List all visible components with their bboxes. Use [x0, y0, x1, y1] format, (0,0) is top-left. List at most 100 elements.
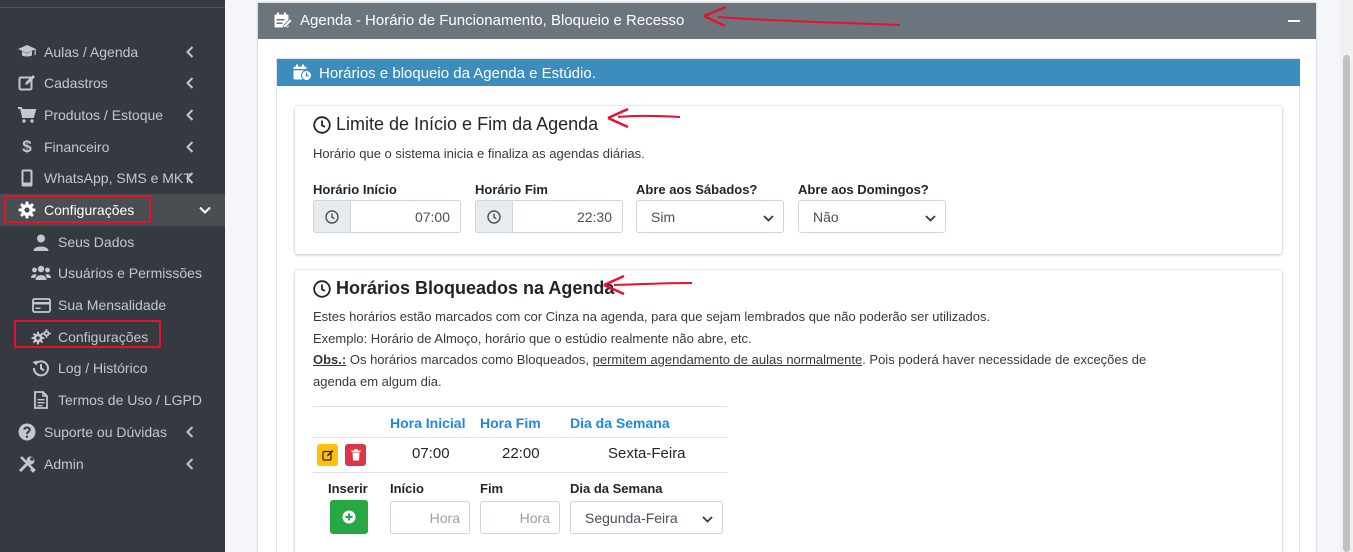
schedule-block-title: Horários e bloqueio da Agenda e Estúdio.: [319, 65, 596, 82]
agenda-limits-title: Limite de Início e Fim da Agenda: [336, 114, 599, 134]
agenda-card-title: Agenda - Horário de Funcionamento, Bloqu…: [300, 12, 685, 29]
sidebar-subitem-usuarios-permissoes[interactable]: Usuários e Permissões: [0, 257, 225, 289]
chevron-down-icon: [763, 211, 774, 227]
blocked-obs-line: Obs.: Os horários marcados como Bloquead…: [313, 352, 1146, 367]
column-header-end: Hora Fim: [480, 415, 541, 431]
sidebar-item-label: Produtos / Estoque: [44, 107, 164, 123]
insert-day-select[interactable]: Segunda-Feira: [570, 501, 723, 534]
mobile-icon: [17, 168, 37, 188]
sidebar-item-admin[interactable]: Admin: [0, 448, 225, 480]
saturday-select[interactable]: Sim: [636, 200, 784, 233]
sidebar-item-cadastros[interactable]: Cadastros: [0, 67, 225, 99]
chevron-left-icon: [184, 424, 196, 440]
sidebar-subitem-termos-lgpd[interactable]: Termos de Uso / LGPD: [0, 384, 225, 416]
saturday-label: Abre aos Sábados?: [636, 182, 758, 197]
sidebar-item-label: Cadastros: [44, 75, 108, 91]
blocked-description-line2: Exemplo: Horário de Almoço, horário que …: [313, 331, 752, 346]
sidebar-subitem-seus-dados[interactable]: Seus Dados: [0, 226, 225, 258]
main-content: Agenda - Horário de Funcionamento, Bloqu…: [225, 0, 1353, 552]
table-divider: [313, 406, 727, 407]
insert-day-select-value: Segunda-Feira: [585, 509, 678, 526]
row-day: Sexta-Feira: [608, 445, 686, 462]
start-time-input[interactable]: 07:00: [313, 200, 461, 233]
chevron-left-icon: [184, 139, 196, 155]
insert-end-placeholder: Hora: [519, 509, 550, 526]
agenda-card: Agenda - Horário de Funcionamento, Bloqu…: [257, 2, 1317, 552]
credit-card-icon: [31, 295, 51, 315]
blocked-description-line1: Estes horários estão marcados com cor Ci…: [313, 309, 991, 324]
chevron-left-icon: [184, 456, 196, 472]
sidebar-item-label: Suporte ou Dúvidas: [44, 424, 167, 440]
sidebar-subitem-label: Usuários e Permissões: [58, 265, 202, 281]
sidebar-subitem-sua-mensalidade[interactable]: Sua Mensalidade: [0, 289, 225, 321]
chevron-left-icon: [184, 75, 196, 91]
file-icon: [31, 390, 51, 410]
column-header-day: Dia da Semana: [570, 415, 670, 431]
schedule-block-card: Horários e bloqueio da Agenda e Estúdio.…: [276, 58, 1300, 552]
insert-end-label: Fim: [480, 481, 504, 496]
obs-underlined-text: permitem agendamento de aulas normalment…: [592, 352, 863, 367]
users-icon: [31, 263, 51, 283]
obs-label: Obs.:: [313, 352, 347, 367]
edit-icon: [321, 450, 333, 461]
page-scrollbar[interactable]: [1340, 0, 1353, 552]
table-divider: [313, 472, 727, 473]
sidebar-item-financeiro[interactable]: $ Financeiro: [0, 131, 225, 163]
calendar-clock-icon: [293, 64, 312, 85]
end-time-input[interactable]: 22:30: [475, 200, 623, 233]
blocked-description-line4: agenda em algum dia.: [313, 374, 442, 389]
chevron-left-icon: [184, 170, 196, 186]
sunday-select-value: Não: [813, 208, 839, 225]
row-start-time: 07:00: [412, 445, 450, 462]
sidebar-divider: [0, 7, 225, 8]
chevron-down-icon: [199, 202, 211, 218]
plus-circle-icon: [342, 510, 356, 524]
clock-icon: [313, 280, 331, 303]
agenda-limits-card: Limite de Início e Fim da Agenda Horário…: [295, 106, 1282, 254]
end-time-label: Horário Fim: [475, 182, 548, 197]
row-end-time: 22:00: [502, 445, 540, 462]
highlight-configuracoes-menu: [4, 195, 151, 223]
sidebar-item-whatsapp[interactable]: WhatsApp, SMS e MKT: [0, 162, 225, 194]
sidebar-subitem-label: Seus Dados: [58, 234, 135, 250]
sidebar-item-aulas-agenda[interactable]: Aulas / Agenda: [0, 36, 225, 68]
sidebar-subitem-label: Sua Mensalidade: [58, 297, 167, 313]
insert-start-input[interactable]: Hora: [390, 501, 470, 534]
sidebar-item-label: Admin: [44, 456, 84, 472]
column-header-start: Hora Inicial: [390, 415, 466, 431]
annotation-arrow-blocked: [603, 274, 693, 296]
sidebar-item-label: Financeiro: [44, 139, 110, 155]
annotation-arrow-header: [703, 5, 901, 28]
start-time-label: Horário Início: [313, 182, 397, 197]
scrollbar-thumb[interactable]: [1343, 55, 1350, 552]
sidebar-subitem-label: Termos de Uso / LGPD: [58, 392, 202, 408]
collapse-minus-icon[interactable]: [1288, 20, 1300, 22]
agenda-limits-description: Horário que o sistema inicia e finaliza …: [313, 146, 645, 161]
sunday-label: Abre aos Domingos?: [798, 182, 929, 197]
edit-row-button[interactable]: [317, 444, 338, 466]
history-icon: [31, 358, 51, 378]
insert-day-label: Dia da Semana: [570, 481, 663, 496]
obs-text-1: Os horários marcados como Bloqueados,: [346, 352, 593, 367]
edit-icon: [17, 73, 37, 93]
sidebar-item-suporte[interactable]: Suporte ou Dúvidas: [0, 416, 225, 448]
insert-end-input[interactable]: Hora: [480, 501, 560, 534]
blocked-hours-card: Horários Bloqueados na Agenda Estes horá…: [295, 270, 1282, 552]
sunday-select[interactable]: Não: [798, 200, 946, 233]
question-icon: [17, 422, 37, 442]
chevron-down-icon: [925, 211, 936, 227]
add-blocked-hour-button[interactable]: [330, 500, 368, 534]
sidebar-item-produtos-estoque[interactable]: Produtos / Estoque: [0, 99, 225, 131]
schedule-block-header: Horários e bloqueio da Agenda e Estúdio.: [277, 59, 1300, 86]
chevron-left-icon: [184, 107, 196, 123]
insert-start-placeholder: Hora: [429, 509, 460, 526]
clock-icon: [314, 201, 351, 232]
insert-label: Inserir: [328, 481, 368, 496]
sidebar-subitem-log-historico[interactable]: Log / Histórico: [0, 352, 225, 384]
delete-row-button[interactable]: [345, 444, 366, 466]
chevron-left-icon: [184, 44, 196, 60]
sidebar-subitem-label: Log / Histórico: [58, 360, 148, 376]
annotation-arrow-limits: [607, 107, 681, 129]
blocked-hours-title: Horários Bloqueados na Agenda: [336, 278, 615, 298]
user-icon: [31, 232, 51, 252]
